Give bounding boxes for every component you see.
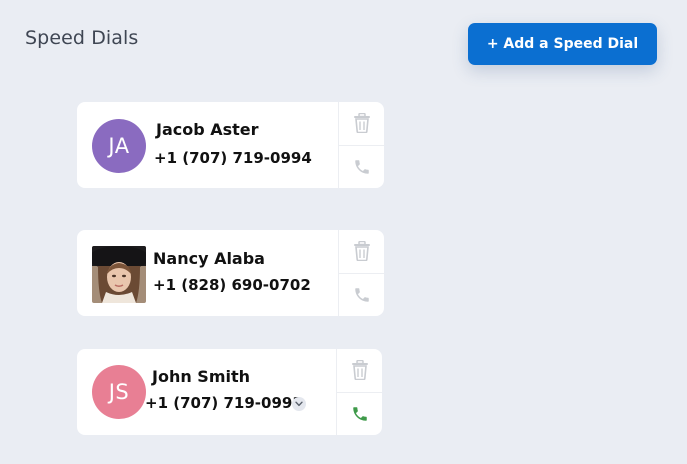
call-button[interactable] [339, 272, 384, 317]
phone-icon [354, 288, 369, 302]
number-dropdown[interactable] [292, 397, 306, 411]
avatar: JA [92, 119, 146, 173]
chevron-down-icon [295, 401, 303, 407]
speed-dial-card: JS John Smith +1 (707) 719-0993 [77, 349, 382, 435]
contact-name: Nancy Alaba [153, 249, 265, 268]
call-button[interactable] [339, 144, 384, 189]
card-actions [336, 349, 382, 435]
speed-dial-card: JA Jacob Aster +1 (707) 719-0994 [77, 102, 384, 188]
page-title: Speed Dials [25, 27, 139, 49]
trash-icon [353, 113, 370, 134]
speed-dial-card: Nancy Alaba +1 (828) 690-0702 [77, 230, 384, 316]
avatar: JS [92, 365, 146, 419]
card-actions [338, 230, 384, 316]
phone-icon [352, 407, 367, 421]
trash-icon [351, 360, 368, 381]
speed-dials-page: Speed Dials + Add a Speed Dial JA Jacob … [0, 0, 687, 464]
speed-dial-contact[interactable]: JA Jacob Aster +1 (707) 719-0994 [77, 102, 338, 188]
contact-name: Jacob Aster [156, 120, 259, 139]
delete-button[interactable] [339, 102, 384, 145]
contact-phone: +1 (828) 690-0702 [153, 276, 311, 294]
avatar-photo [92, 246, 146, 303]
phone-icon [354, 160, 369, 174]
contact-name: John Smith [152, 367, 251, 386]
add-speed-dial-button[interactable]: + Add a Speed Dial [468, 23, 657, 65]
speed-dial-contact[interactable]: Nancy Alaba +1 (828) 690-0702 [77, 230, 338, 316]
call-button[interactable] [337, 391, 382, 436]
trash-icon [353, 241, 370, 262]
speed-dial-contact[interactable]: JS John Smith +1 (707) 719-0993 [77, 349, 336, 435]
contact-phone: +1 (707) 719-0993 [145, 394, 303, 412]
contact-phone: +1 (707) 719-0994 [154, 149, 312, 167]
delete-button[interactable] [337, 349, 382, 392]
delete-button[interactable] [339, 230, 384, 273]
card-actions [338, 102, 384, 188]
